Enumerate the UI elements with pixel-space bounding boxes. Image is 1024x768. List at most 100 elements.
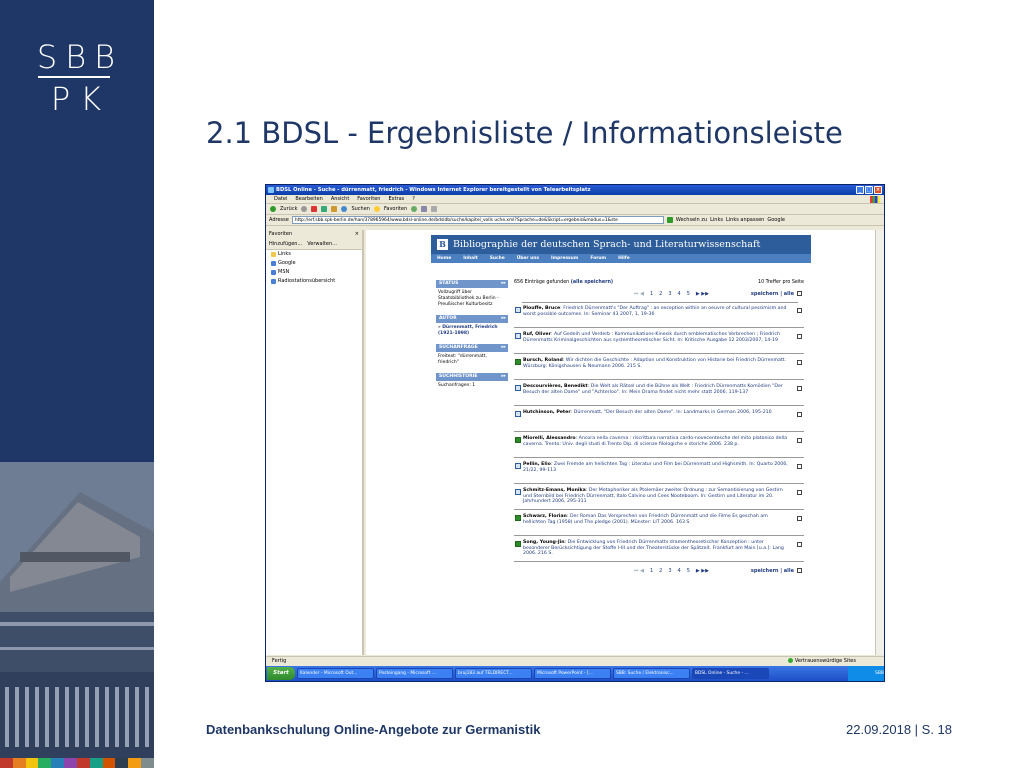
nav-forum[interactable]: Forum: [590, 254, 606, 263]
print-icon[interactable]: [431, 206, 438, 212]
menu-extras[interactable]: Extras: [388, 195, 404, 203]
result-author[interactable]: Song, Young-Jin: [523, 540, 565, 545]
page-1[interactable]: 1: [650, 566, 653, 576]
result-entry[interactable]: Pellin, Elio: Zwei Fremde am hellichten …: [514, 462, 804, 484]
links-label[interactable]: Links: [710, 217, 723, 223]
per-page[interactable]: 10 Treffer pro Seite: [758, 279, 804, 286]
stop-icon[interactable]: [311, 206, 318, 212]
nav-ueber-uns[interactable]: Über uns: [517, 254, 539, 263]
result-author[interactable]: Plouffe, Bruce: [523, 306, 560, 311]
close-button[interactable]: ×: [874, 186, 882, 194]
task-powerpoint[interactable]: Microsoft PowerPoint - [...: [534, 668, 611, 679]
select-all-checkbox[interactable]: [797, 291, 802, 296]
nav-hilfe[interactable]: Hilfe: [618, 254, 630, 263]
favorite-google[interactable]: Google: [266, 259, 362, 268]
menu-datei[interactable]: Datei: [274, 195, 287, 203]
result-text[interactable]: : Wir dichten die Geschichte : Adaption …: [523, 358, 786, 369]
result-text[interactable]: : Auf Gedeih und Verderb : Kommunikation…: [523, 332, 780, 343]
back-arrow-icon[interactable]: [270, 206, 276, 212]
result-entry[interactable]: Song, Young-Jin: Die Entwicklung von Fri…: [514, 540, 804, 562]
links-anpassen-link[interactable]: Links anpassen: [726, 217, 764, 223]
back-button[interactable]: Zurück: [280, 206, 297, 212]
next-page-icon[interactable]: ▶ ▶▶: [696, 566, 709, 576]
result-checkbox[interactable]: [797, 386, 802, 391]
page-4[interactable]: 4: [678, 566, 681, 576]
page-5[interactable]: 5: [687, 566, 690, 576]
favorite-msn[interactable]: MSN: [266, 268, 362, 277]
vertical-scrollbar[interactable]: [875, 230, 884, 655]
menu-favoriten[interactable]: Favoriten: [357, 195, 380, 203]
result-entry[interactable]: Hutchinson, Peter: Dürrenmatt, "Der Besu…: [514, 410, 804, 432]
result-entry[interactable]: Miorelli, Alessandro: Ancora nella caver…: [514, 436, 804, 458]
page-2[interactable]: 2: [659, 289, 662, 299]
task-sbb-search[interactable]: SBB: Suche / Elektronisc...: [613, 668, 690, 679]
task-bdsl[interactable]: BDSL Online - Suche - ...: [692, 668, 769, 679]
task-outlook-calendar[interactable]: Kalender - Microsoft Out...: [297, 668, 374, 679]
task-outlook-inbox[interactable]: Posteingang - Microsoft ...: [376, 668, 453, 679]
page-1[interactable]: 1: [650, 289, 653, 299]
result-entry[interactable]: Ruf, Oliver: Auf Gedeih und Verderb : Ko…: [514, 332, 804, 354]
result-checkbox[interactable]: [797, 438, 802, 443]
search-button[interactable]: Suchen: [351, 206, 370, 212]
result-checkbox[interactable]: [797, 412, 802, 417]
result-entry[interactable]: Descourvières, Benedikt: Die Welt als Rä…: [514, 384, 804, 406]
result-author[interactable]: Descourvières, Benedikt: [523, 384, 588, 389]
address-input[interactable]: http://erf.sbb.spk-berlin.de/han/3789659…: [291, 216, 664, 224]
result-checkbox[interactable]: [797, 360, 802, 365]
result-author[interactable]: Schwarz, Florian: [523, 514, 567, 519]
forward-arrow-icon[interactable]: [301, 206, 308, 212]
nav-inhalt[interactable]: Inhalt: [463, 254, 477, 263]
add-favorite-button[interactable]: Hinzufügen...: [269, 238, 302, 249]
result-checkbox[interactable]: [797, 308, 802, 313]
result-author[interactable]: Bursch, Roland: [523, 358, 563, 363]
result-entry[interactable]: Schwarz, Florian: Der Roman Das Versprec…: [514, 514, 804, 536]
result-author[interactable]: Ruf, Oliver: [523, 332, 551, 337]
manage-favorites-button[interactable]: Verwalten...: [307, 238, 337, 249]
status-header[interactable]: STATUS: [436, 280, 508, 288]
author-link[interactable]: Dürrenmatt, Friedrich (1921-1998): [438, 325, 498, 336]
save-all-bottom[interactable]: speichern | alle: [751, 566, 802, 576]
page-5[interactable]: 5: [687, 289, 690, 299]
result-text[interactable]: : Friedrich Dürrenmatt's "Der Auftrag" :…: [523, 306, 787, 317]
menu-help[interactable]: ?: [412, 195, 415, 203]
nav-suche[interactable]: Suche: [490, 254, 505, 263]
history-icon[interactable]: [411, 206, 418, 212]
result-author[interactable]: Schmitz-Emans, Monika: [523, 488, 586, 493]
save-all-top[interactable]: speichern | alle: [751, 289, 802, 299]
favorite-links-folder[interactable]: Links: [266, 250, 362, 259]
favorites-star-icon[interactable]: [373, 206, 380, 212]
page-4[interactable]: 4: [678, 289, 681, 299]
home-icon[interactable]: [331, 206, 338, 212]
close-favorites-icon[interactable]: ×: [355, 230, 359, 238]
author-header[interactable]: AUTOR: [436, 315, 508, 323]
search-icon[interactable]: [341, 206, 348, 212]
menu-bearbeiten[interactable]: Bearbeiten: [295, 195, 322, 203]
result-checkbox[interactable]: [797, 490, 802, 495]
page-3[interactable]: 3: [668, 566, 671, 576]
result-text[interactable]: : Zwei Fremde am hellichten Tag : Litera…: [523, 462, 788, 473]
task-teldirect[interactable]: bruj183 auf TELDIRECT...: [455, 668, 532, 679]
first-page-icon[interactable]: ⏮ ◀: [634, 566, 644, 576]
result-checkbox[interactable]: [797, 516, 802, 521]
nav-impressum[interactable]: Impressum: [551, 254, 578, 263]
google-link[interactable]: Google: [767, 217, 785, 223]
query-header[interactable]: SUCHANFRAGE: [436, 344, 508, 352]
go-arrow-icon[interactable]: [666, 217, 673, 223]
result-author[interactable]: Pellin, Elio: [523, 462, 551, 467]
maximize-button[interactable]: □: [865, 186, 873, 194]
refresh-icon[interactable]: [321, 206, 328, 212]
result-entry[interactable]: Plouffe, Bruce: Friedrich Dürrenmatt's "…: [514, 306, 804, 328]
favorites-button[interactable]: Favoriten: [384, 206, 407, 212]
result-text[interactable]: : Dürrenmatt, "Der Besuch der alten Dame…: [571, 410, 772, 415]
nav-home[interactable]: Home: [437, 254, 451, 263]
page-2[interactable]: 2: [659, 566, 662, 576]
result-checkbox[interactable]: [797, 542, 802, 547]
favorite-radio[interactable]: Radiostationsübersicht: [266, 277, 362, 286]
minimize-button[interactable]: _: [856, 186, 864, 194]
next-page-icon[interactable]: ▶ ▶▶: [696, 289, 709, 299]
go-button[interactable]: Wechseln zu: [676, 217, 707, 223]
result-checkbox[interactable]: [797, 334, 802, 339]
result-checkbox[interactable]: [797, 464, 802, 469]
result-author[interactable]: Miorelli, Alessandro: [523, 436, 576, 441]
first-page-icon[interactable]: ⏮ ◀: [634, 289, 644, 299]
